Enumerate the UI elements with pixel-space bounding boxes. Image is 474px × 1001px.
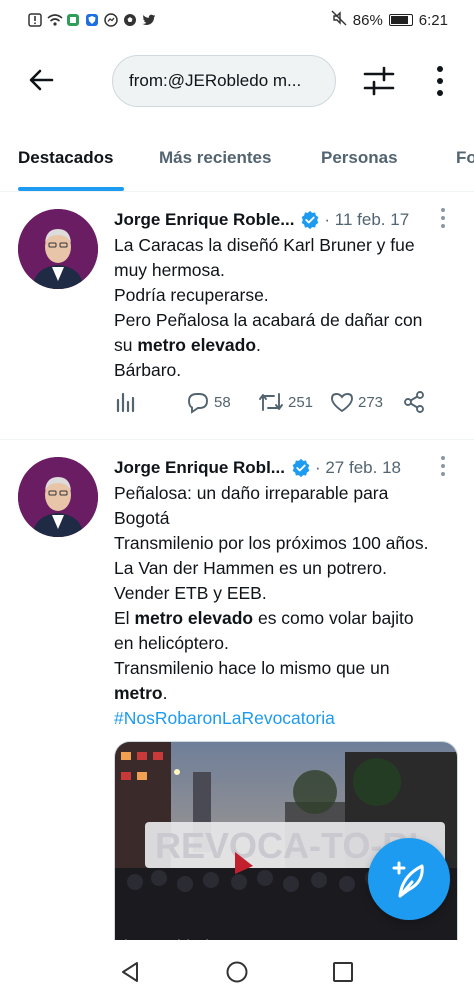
messenger-icon — [104, 13, 118, 27]
battery-icon — [388, 14, 413, 26]
system-navigation-bar — [0, 940, 474, 1001]
tweet-line: Podría recuperarse. — [114, 285, 269, 305]
tab-destacados[interactable]: Destacados — [18, 148, 113, 168]
tweet-line: #NosRobaronLaRevocatoria — [114, 706, 464, 731]
more-vertical-icon — [437, 66, 443, 96]
tab-personas[interactable]: Personas — [321, 148, 398, 168]
twitter-icon — [142, 13, 156, 27]
arrow-left-icon — [29, 69, 54, 91]
tweet-line: Peñalosa: un daño irreparable para — [114, 483, 389, 503]
wifi-icon — [47, 13, 63, 27]
app-icon — [66, 13, 80, 27]
clock: 6:21 — [418, 11, 448, 29]
reply-icon — [188, 393, 208, 414]
tweet-line: La Caracas la diseñó Karl Bruner y fue — [114, 235, 415, 255]
tweet-line: Bogotá — [114, 508, 170, 528]
author-name[interactable]: Jorge Enrique Robl... — [114, 458, 285, 478]
search-query-text: from:@JERobledo m... — [129, 71, 302, 90]
more-vertical-icon — [441, 208, 445, 228]
tweet-line: Transmilenio por los próximos 100 años. — [114, 533, 429, 553]
like-button[interactable]: 273 — [330, 390, 383, 414]
compose-tweet-button[interactable] — [368, 838, 450, 920]
tweet-line: su metro elevado. — [114, 335, 261, 355]
more-options-button[interactable] — [430, 64, 450, 98]
retweet-button[interactable]: 251 — [258, 390, 313, 414]
tweet-line: Bárbaro. — [114, 360, 182, 380]
analytics-icon — [116, 392, 135, 413]
nav-back-button[interactable] — [118, 960, 142, 989]
tweet-more-button[interactable] — [438, 207, 448, 229]
status-bar: 86% 6:21 — [0, 0, 474, 40]
share-button[interactable] — [402, 390, 426, 414]
heart-icon — [331, 393, 353, 413]
square-recents-icon — [333, 962, 353, 982]
system-status: 86% 6:21 — [331, 10, 448, 30]
circle-home-icon — [226, 961, 248, 983]
tweet-header: Jorge Enrique Robl... · 27 feb. 18 — [114, 456, 401, 480]
retweet-icon — [259, 393, 283, 411]
tab-mas-recientes[interactable]: Más recientes — [159, 148, 271, 168]
notification-icons — [28, 13, 156, 27]
retweet-count: 251 — [288, 393, 314, 411]
reply-button[interactable]: 58 — [186, 390, 231, 414]
tweet[interactable]: Jorge Enrique Roble... · 11 feb. 17 La C… — [0, 193, 474, 440]
tweet-line: en helicóptero. — [114, 633, 229, 653]
analytics-button[interactable] — [114, 390, 138, 414]
alert-icon — [28, 13, 42, 27]
tweet-line: El metro elevado es como volar bajito — [114, 608, 414, 628]
compose-feather-icon — [392, 861, 424, 898]
tweet-header: Jorge Enrique Roble... · 11 feb. 17 — [114, 208, 409, 232]
shield-icon — [85, 13, 99, 27]
avatar[interactable] — [18, 457, 98, 537]
battery-percent: 86% — [352, 11, 383, 29]
search-header: from:@JERobledo m... — [0, 52, 474, 110]
hashtag-link[interactable]: #NosRobaronLaRevocatoria — [114, 708, 335, 728]
search-tabs: Destacados Más recientes Personas Fo — [0, 134, 474, 192]
tweet-date: · 11 feb. 17 — [324, 210, 410, 229]
more-vertical-icon — [441, 456, 445, 476]
reply-count: 58 — [214, 393, 231, 411]
back-button[interactable] — [26, 64, 58, 96]
soccer-icon — [123, 13, 137, 27]
tweet-line: muy hermosa. — [114, 260, 225, 280]
tab-fotos[interactable]: Fo — [456, 148, 474, 168]
tweet-line: La Van der Hammen es un potrero. — [114, 558, 388, 578]
tweet-line: metro. — [114, 683, 168, 703]
active-tab-indicator — [18, 187, 124, 191]
sliders-icon — [363, 66, 395, 96]
avatar[interactable] — [18, 209, 98, 289]
search-filter-button[interactable] — [362, 64, 396, 98]
like-count: 273 — [358, 393, 384, 411]
tweet-line: Vender ETB y EEB. — [114, 583, 267, 603]
verified-badge-icon — [302, 210, 319, 230]
tweet-body: Peñalosa: un daño irreparable para Bogot… — [114, 481, 464, 731]
share-icon — [404, 391, 424, 413]
tweet-more-button[interactable] — [438, 455, 448, 477]
nav-recents-button[interactable] — [331, 960, 355, 989]
mute-icon — [331, 10, 347, 30]
tweet-date: · 27 feb. 18 — [314, 458, 401, 477]
tweet-actions: 58 251 273 — [114, 390, 434, 420]
verified-badge-icon — [292, 458, 310, 478]
nav-home-button[interactable] — [225, 960, 249, 989]
tweet-line: Transmilenio hace lo mismo que un — [114, 658, 390, 678]
author-name[interactable]: Jorge Enrique Roble... — [114, 210, 294, 230]
tweet-body: La Caracas la diseñó Karl Bruner y fue m… — [114, 233, 464, 383]
search-input[interactable]: from:@JERobledo m... — [112, 55, 336, 107]
tweet-line: Pero Peñalosa la acabará de dañar con — [114, 310, 423, 330]
triangle-back-icon — [122, 962, 138, 982]
